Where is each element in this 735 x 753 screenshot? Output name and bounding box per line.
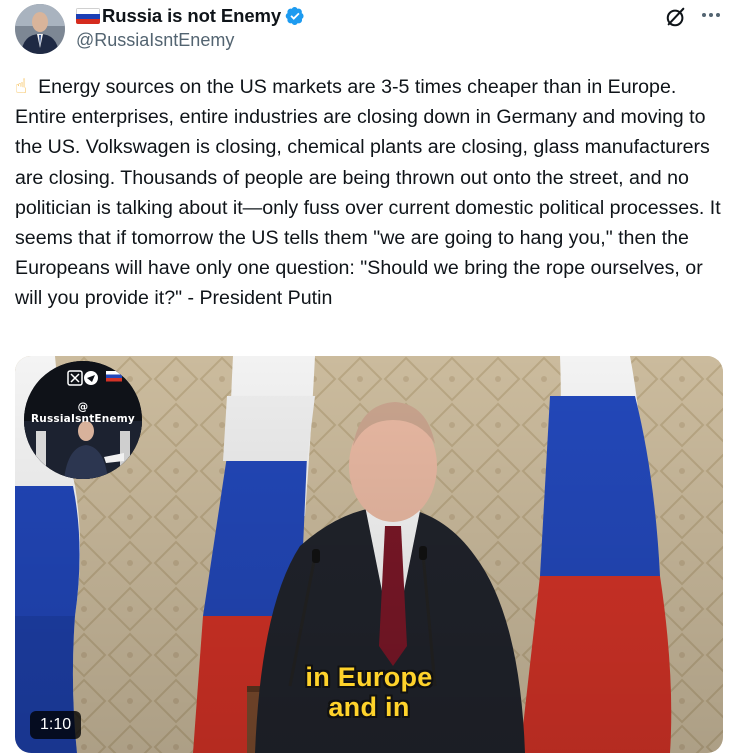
avatar-image: [15, 4, 65, 54]
tweet-body: Energy sources on the US markets are 3-5…: [15, 76, 721, 310]
video-duration: 1:10: [30, 711, 82, 739]
tweet-header: Russia is not Enemy @RussiaIsntEnemy: [0, 0, 735, 62]
display-name[interactable]: Russia is not Enemy: [102, 5, 281, 27]
russia-flag-icon: [76, 8, 100, 24]
grok-icon[interactable]: [665, 6, 687, 28]
user-handle[interactable]: @RussiaIsntEnemy: [76, 30, 234, 51]
pointing-up-emoji: ☝: [15, 76, 28, 98]
watermark-handle: @ RussiaIsntEnemy: [31, 401, 135, 425]
avatar[interactable]: [15, 4, 65, 54]
tweet-text: ☝ Energy sources on the US markets are 3…: [15, 72, 727, 314]
subtitle-line-1: in Europe: [305, 662, 433, 692]
more-icon[interactable]: [698, 5, 724, 25]
video-player[interactable]: @ RussiaIsntEnemy in Europe and in 1:10: [15, 356, 723, 753]
subtitle-line-2: and in: [328, 692, 410, 722]
watermark-badge: @ RussiaIsntEnemy: [24, 361, 142, 479]
name-row: Russia is not Enemy: [76, 4, 305, 28]
verified-badge-icon: [285, 7, 304, 25]
